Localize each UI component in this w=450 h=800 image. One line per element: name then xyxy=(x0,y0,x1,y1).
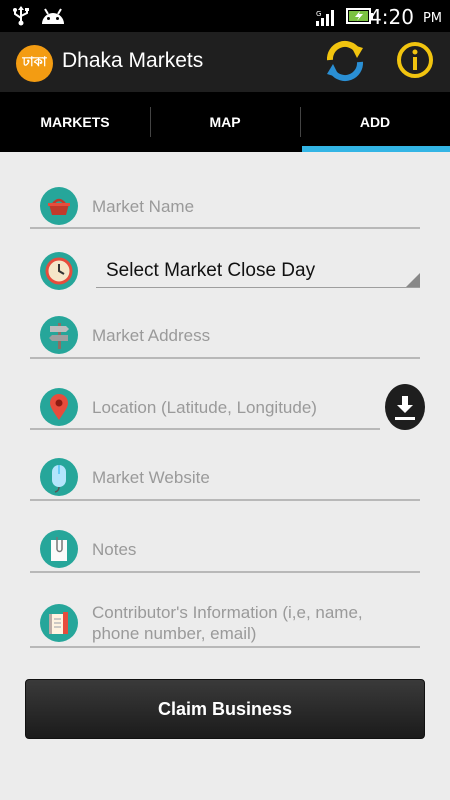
tab-map[interactable]: MAP xyxy=(150,92,300,152)
tab-bar: MARKETS MAP ADD xyxy=(0,92,450,152)
notes-field[interactable]: Notes xyxy=(30,528,420,574)
close-day-underline xyxy=(96,287,420,288)
market-website-underline xyxy=(30,499,420,501)
tab-markets[interactable]: MARKETS xyxy=(0,92,150,152)
signal-icon: G xyxy=(316,8,338,31)
status-bar: G 4:20 PM xyxy=(0,0,450,32)
contributor-placeholder: Contributor's Information (i,e, name, ph… xyxy=(92,603,363,643)
market-address-underline xyxy=(30,357,420,359)
action-bar: ঢাকা Dhaka Markets xyxy=(0,32,450,92)
market-name-underline xyxy=(30,227,420,229)
market-website-placeholder: Market Website xyxy=(92,468,210,487)
notepad-icon xyxy=(40,530,78,568)
signpost-icon xyxy=(40,316,78,354)
status-time: 4:20 xyxy=(369,5,414,29)
info-icon xyxy=(397,42,433,78)
refresh-button[interactable] xyxy=(322,38,368,84)
contributor-underline xyxy=(30,646,420,648)
close-day-value: Select Market Close Day xyxy=(106,260,316,281)
download-icon xyxy=(395,396,415,420)
basket-icon xyxy=(40,187,78,225)
get-location-button[interactable] xyxy=(385,384,425,430)
app-title: Dhaka Markets xyxy=(62,49,204,72)
market-name-placeholder: Market Name xyxy=(92,197,195,216)
usb-icon xyxy=(12,6,30,31)
market-address-field[interactable]: Market Address xyxy=(30,314,420,360)
market-name-field[interactable]: Market Name xyxy=(30,185,420,231)
market-website-field[interactable]: Market Website xyxy=(30,456,420,502)
info-button[interactable] xyxy=(394,39,436,81)
dropdown-arrow-icon xyxy=(406,273,420,287)
notes-placeholder: Notes xyxy=(92,540,137,559)
map-pin-icon xyxy=(40,388,78,426)
location-underline xyxy=(30,428,380,430)
status-ampm: PM xyxy=(422,11,442,26)
svg-text:G: G xyxy=(316,10,321,18)
contributor-field[interactable]: Contributor's Information (i,e, name, ph… xyxy=(30,600,420,650)
tab-add[interactable]: ADD xyxy=(300,92,450,152)
mouse-icon xyxy=(40,458,78,496)
app-logo[interactable]: ঢাকা xyxy=(16,45,53,82)
contact-book-icon xyxy=(40,604,78,642)
refresh-icon xyxy=(326,40,364,82)
notes-underline xyxy=(30,571,420,573)
clock-icon xyxy=(40,252,78,290)
close-day-spinner[interactable]: Select Market Close Day xyxy=(30,250,420,292)
market-address-placeholder: Market Address xyxy=(92,326,211,345)
location-field[interactable]: Location (Latitude, Longitude) xyxy=(30,386,380,432)
claim-business-button[interactable]: Claim Business xyxy=(25,679,425,739)
location-placeholder: Location (Latitude, Longitude) xyxy=(92,398,317,417)
android-icon xyxy=(40,7,66,30)
